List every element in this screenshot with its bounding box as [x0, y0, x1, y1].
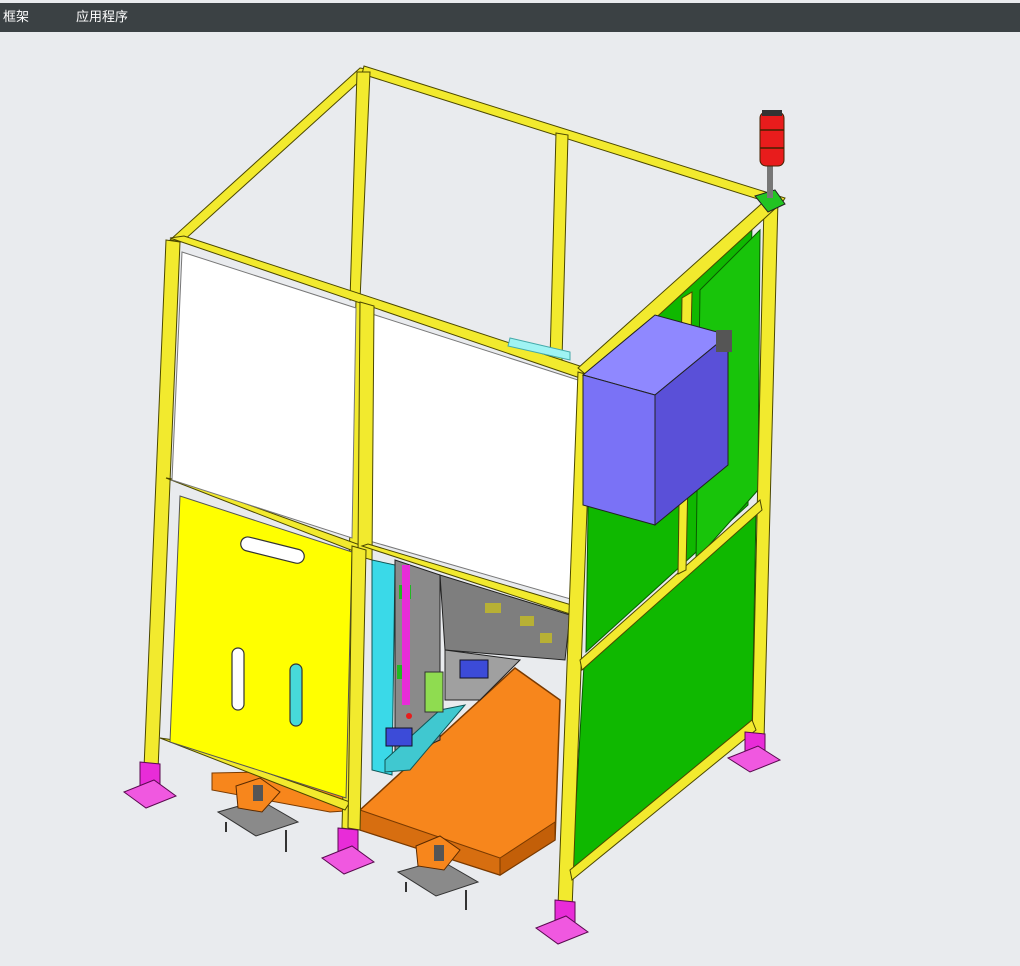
menu-item-applications[interactable]: 应用程序: [76, 3, 128, 32]
menu-bar: 框架 应用程序: [0, 3, 1020, 32]
menu-item-frame[interactable]: 框架: [3, 3, 29, 32]
3d-viewport[interactable]: [0, 34, 1020, 966]
